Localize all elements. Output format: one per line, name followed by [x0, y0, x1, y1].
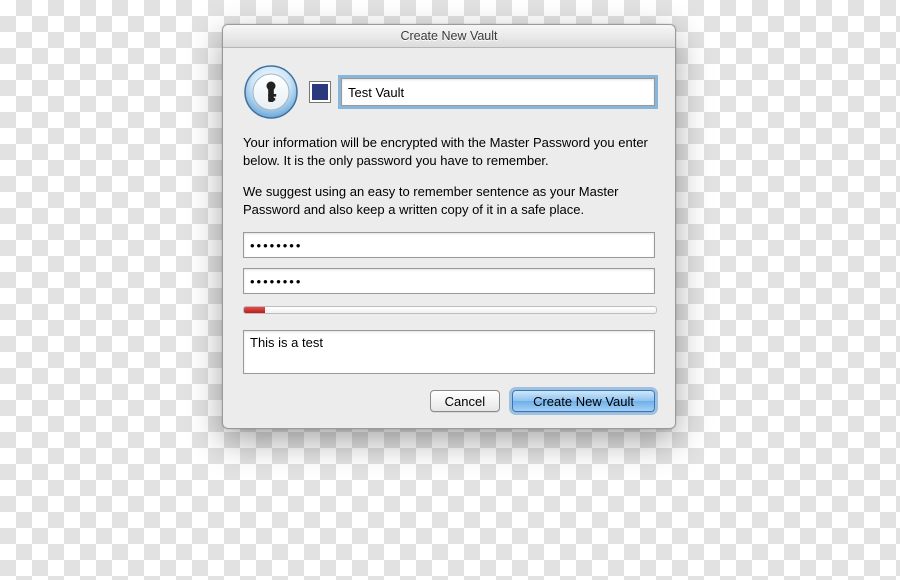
- password-strength-meter: [243, 306, 657, 314]
- onepassword-app-icon: [243, 64, 299, 120]
- confirm-password-input[interactable]: [243, 268, 655, 294]
- description-text-2: We suggest using an easy to remember sen…: [243, 183, 655, 218]
- dialog-title: Create New Vault: [223, 25, 675, 48]
- master-password-input[interactable]: [243, 232, 655, 258]
- vault-name-input[interactable]: [341, 78, 655, 106]
- vault-color-swatch[interactable]: [309, 81, 331, 103]
- description-text-1: Your information will be encrypted with …: [243, 134, 655, 169]
- create-vault-button[interactable]: Create New Vault: [512, 390, 655, 412]
- vault-header-row: [243, 64, 655, 120]
- cancel-button[interactable]: Cancel: [430, 390, 500, 412]
- dialog-body: Your information will be encrypted with …: [223, 48, 675, 428]
- password-hint-input[interactable]: [243, 330, 655, 374]
- dialog-buttons: Cancel Create New Vault: [243, 390, 655, 412]
- transparency-background: Create New Vault: [0, 0, 900, 580]
- password-fields: [243, 232, 655, 374]
- create-vault-dialog: Create New Vault: [222, 24, 676, 429]
- password-strength-fill: [244, 307, 265, 313]
